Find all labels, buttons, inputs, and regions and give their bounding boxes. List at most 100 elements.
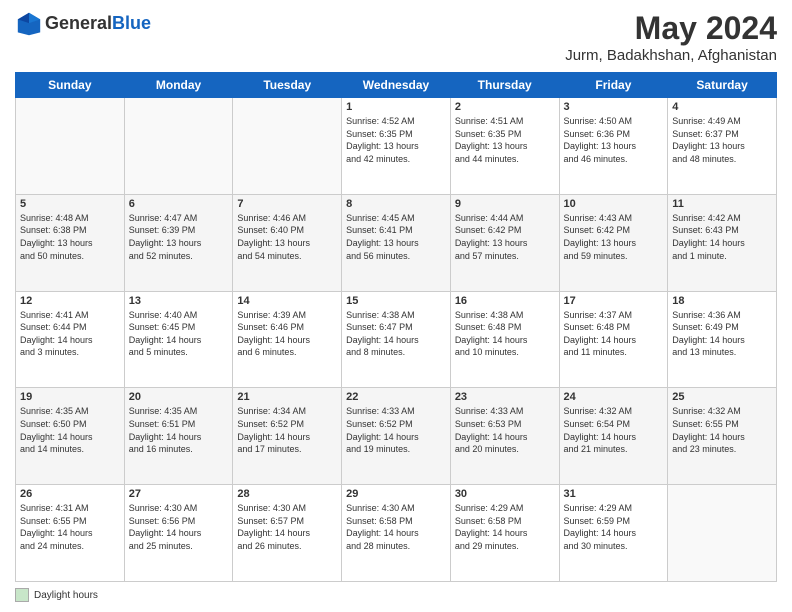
calendar-cell: 12 Sunrise: 4:41 AMSunset: 6:44 PMDayligh… [16,291,125,388]
calendar-cell: 14 Sunrise: 4:39 AMSunset: 6:46 PMDayligh… [233,291,342,388]
day-info: Sunrise: 4:38 AMSunset: 6:47 PMDaylight:… [346,309,446,359]
calendar-cell: 9 Sunrise: 4:44 AMSunset: 6:42 PMDaylight… [450,194,559,291]
calendar-cell [668,485,777,582]
day-info: Sunrise: 4:37 AMSunset: 6:48 PMDaylight:… [564,309,664,359]
day-number: 3 [564,101,664,113]
day-number: 18 [672,295,772,307]
day-number: 15 [346,295,446,307]
calendar-cell: 19Sunrise: 4:35 AMSunset: 6:50 PMDayligh… [16,388,125,485]
day-number: 6 [129,198,229,210]
day-number: 25 [672,391,772,403]
day-number: 31 [564,488,664,500]
calendar-week-row: 5 Sunrise: 4:48 AMSunset: 6:38 PMDaylight… [16,194,777,291]
calendar-cell: 15 Sunrise: 4:38 AMSunset: 6:47 PMDayligh… [342,291,451,388]
calendar-cell: 1 Sunrise: 4:52 AMSunset: 6:35 PMDaylight… [342,98,451,195]
calendar-week-row: 19Sunrise: 4:35 AMSunset: 6:50 PMDayligh… [16,388,777,485]
day-number: 5 [20,198,120,210]
calendar-cell: 13 Sunrise: 4:40 AMSunset: 6:45 PMDayligh… [124,291,233,388]
calendar-cell: 24Sunrise: 4:32 AMSunset: 6:54 PMDayligh… [559,388,668,485]
day-info: Sunrise: 4:33 AMSunset: 6:52 PMDaylight:… [346,405,446,455]
month-title: May 2024 [565,10,777,47]
day-info: Sunrise: 4:40 AMSunset: 6:45 PMDaylight:… [129,309,229,359]
day-number: 14 [237,295,337,307]
calendar-cell: 31 Sunrise: 4:29 AMSunset: 6:59 PMDayligh… [559,485,668,582]
calendar-cell: 3 Sunrise: 4:50 AMSunset: 6:36 PMDaylight… [559,98,668,195]
calendar-cell: 21 Sunrise: 4:34 AMSunset: 6:52 PMDayligh… [233,388,342,485]
day-number: 12 [20,295,120,307]
subtitle: Jurm, Badakhshan, Afghanistan [565,47,777,64]
day-number: 30 [455,488,555,500]
day-info: Sunrise: 4:36 AMSunset: 6:49 PMDaylight:… [672,309,772,359]
calendar-cell [233,98,342,195]
day-info: Sunrise: 4:31 AMSunset: 6:55 PMDaylight:… [20,502,120,552]
page: GeneralBlue May 2024 Jurm, Badakhshan, A… [0,0,792,612]
calendar-cell [16,98,125,195]
day-number: 4 [672,101,772,113]
day-info: Sunrise: 4:39 AMSunset: 6:46 PMDaylight:… [237,309,337,359]
calendar-cell: 8Sunrise: 4:45 AMSunset: 6:41 PMDaylight… [342,194,451,291]
calendar-header-row: SundayMondayTuesdayWednesdayThursdayFrid… [16,73,777,98]
day-of-week-header: Saturday [668,73,777,98]
day-info: Sunrise: 4:30 AMSunset: 6:56 PMDaylight:… [129,502,229,552]
day-info: Sunrise: 4:48 AMSunset: 6:38 PMDaylight:… [20,212,120,262]
calendar-table: SundayMondayTuesdayWednesdayThursdayFrid… [15,72,777,582]
day-info: Sunrise: 4:49 AMSunset: 6:37 PMDaylight:… [672,115,772,165]
day-info: Sunrise: 4:33 AMSunset: 6:53 PMDaylight:… [455,405,555,455]
calendar-cell: 16Sunrise: 4:38 AMSunset: 6:48 PMDayligh… [450,291,559,388]
calendar-cell: 17 Sunrise: 4:37 AMSunset: 6:48 PMDayligh… [559,291,668,388]
day-info: Sunrise: 4:43 AMSunset: 6:42 PMDaylight:… [564,212,664,262]
day-info: Sunrise: 4:29 AMSunset: 6:59 PMDaylight:… [564,502,664,552]
day-number: 7 [237,198,337,210]
day-number: 13 [129,295,229,307]
day-info: Sunrise: 4:41 AMSunset: 6:44 PMDaylight:… [20,309,120,359]
day-info: Sunrise: 4:44 AMSunset: 6:42 PMDaylight:… [455,212,555,262]
day-number: 19 [20,391,120,403]
day-number: 17 [564,295,664,307]
calendar-cell: 28Sunrise: 4:30 AMSunset: 6:57 PMDayligh… [233,485,342,582]
day-info: Sunrise: 4:51 AMSunset: 6:35 PMDaylight:… [455,115,555,165]
day-number: 9 [455,198,555,210]
day-info: Sunrise: 4:29 AMSunset: 6:58 PMDaylight:… [455,502,555,552]
day-number: 22 [346,391,446,403]
day-of-week-header: Wednesday [342,73,451,98]
calendar-cell: 22 Sunrise: 4:33 AMSunset: 6:52 PMDayligh… [342,388,451,485]
footer: Daylight hours [15,588,777,602]
calendar-cell: 2Sunrise: 4:51 AMSunset: 6:35 PMDaylight… [450,98,559,195]
logo: GeneralBlue [15,10,151,38]
day-info: Sunrise: 4:52 AMSunset: 6:35 PMDaylight:… [346,115,446,165]
day-number: 26 [20,488,120,500]
calendar-cell: 6Sunrise: 4:47 AMSunset: 6:39 PMDaylight… [124,194,233,291]
day-number: 23 [455,391,555,403]
calendar-cell: 18 Sunrise: 4:36 AMSunset: 6:49 PMDayligh… [668,291,777,388]
calendar-cell: 30 Sunrise: 4:29 AMSunset: 6:58 PMDayligh… [450,485,559,582]
day-info: Sunrise: 4:50 AMSunset: 6:36 PMDaylight:… [564,115,664,165]
calendar-cell: 20Sunrise: 4:35 AMSunset: 6:51 PMDayligh… [124,388,233,485]
day-number: 20 [129,391,229,403]
day-number: 27 [129,488,229,500]
day-info: Sunrise: 4:38 AMSunset: 6:48 PMDaylight:… [455,309,555,359]
calendar-cell: 5 Sunrise: 4:48 AMSunset: 6:38 PMDaylight… [16,194,125,291]
calendar-cell: 25 Sunrise: 4:32 AMSunset: 6:55 PMDayligh… [668,388,777,485]
day-of-week-header: Monday [124,73,233,98]
header: GeneralBlue May 2024 Jurm, Badakhshan, A… [15,10,777,64]
calendar-cell: 29Sunrise: 4:30 AMSunset: 6:58 PMDayligh… [342,485,451,582]
calendar-cell: 23 Sunrise: 4:33 AMSunset: 6:53 PMDayligh… [450,388,559,485]
calendar-cell: 4 Sunrise: 4:49 AMSunset: 6:37 PMDaylight… [668,98,777,195]
day-number: 29 [346,488,446,500]
day-number: 8 [346,198,446,210]
day-of-week-header: Sunday [16,73,125,98]
calendar-cell: 7Sunrise: 4:46 AMSunset: 6:40 PMDaylight… [233,194,342,291]
day-number: 1 [346,101,446,113]
day-info: Sunrise: 4:32 AMSunset: 6:55 PMDaylight:… [672,405,772,455]
day-number: 28 [237,488,337,500]
calendar-cell: 10Sunrise: 4:43 AMSunset: 6:42 PMDayligh… [559,194,668,291]
calendar-week-row: 1 Sunrise: 4:52 AMSunset: 6:35 PMDaylight… [16,98,777,195]
day-info: Sunrise: 4:34 AMSunset: 6:52 PMDaylight:… [237,405,337,455]
day-number: 21 [237,391,337,403]
day-number: 11 [672,198,772,210]
logo-icon [15,10,43,38]
legend-box [15,588,29,602]
calendar-cell [124,98,233,195]
calendar-week-row: 12 Sunrise: 4:41 AMSunset: 6:44 PMDayligh… [16,291,777,388]
calendar-week-row: 26 Sunrise: 4:31 AMSunset: 6:55 PMDayligh… [16,485,777,582]
